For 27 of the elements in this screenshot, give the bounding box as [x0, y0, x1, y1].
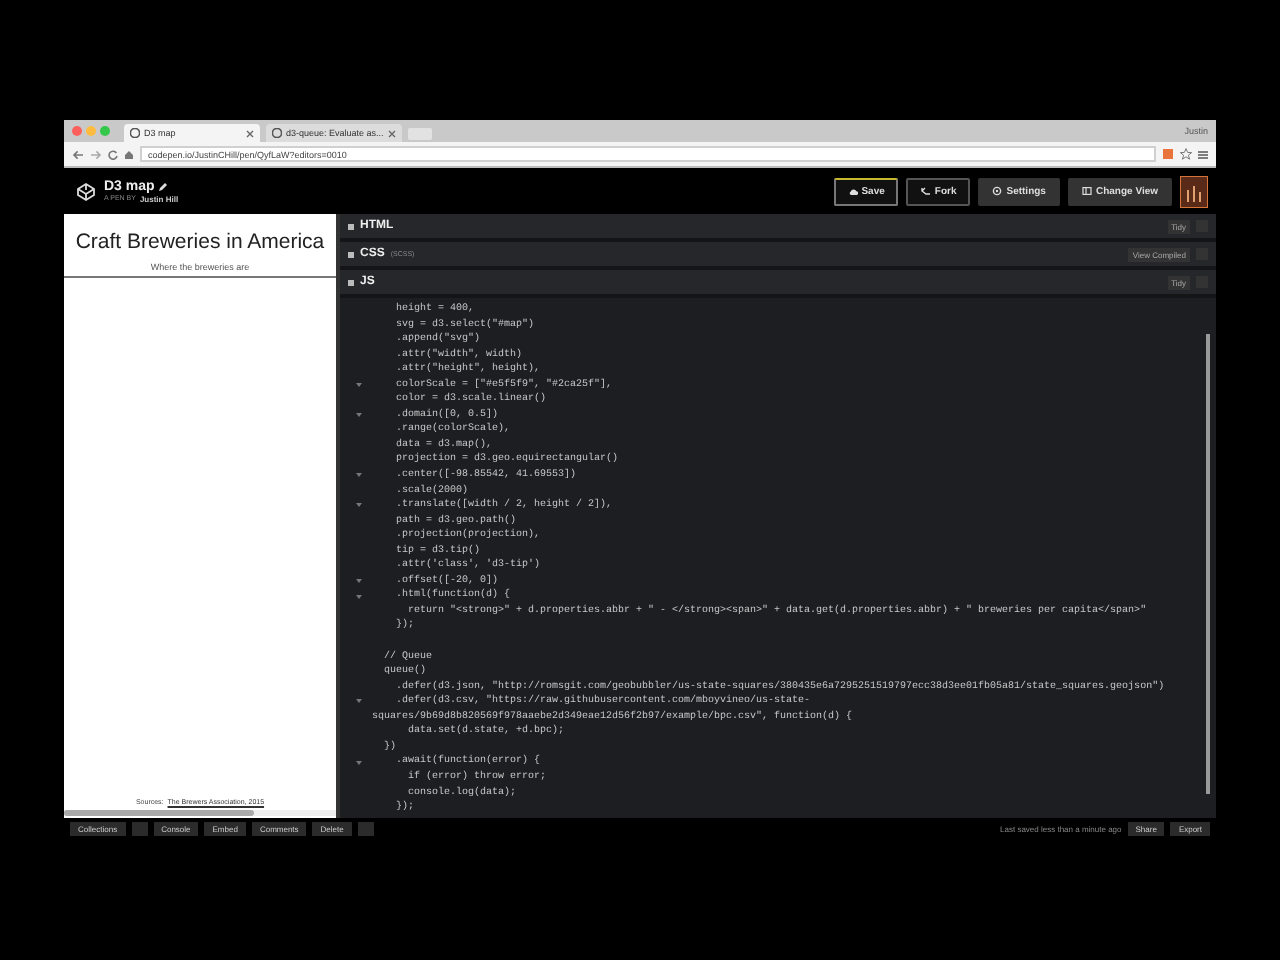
extension-icon	[1162, 148, 1174, 160]
close-icon	[246, 129, 254, 137]
cloud-icon	[847, 186, 858, 196]
star-icon	[1180, 148, 1192, 160]
home-icon	[124, 149, 134, 159]
preview-title: Craft Breweries in America	[75, 230, 325, 254]
scrollbar-thumb[interactable]	[64, 810, 255, 816]
new-tab-button[interactable]	[408, 128, 432, 140]
window-dot-icon	[100, 126, 110, 136]
close-icon	[388, 129, 396, 137]
page-icon	[272, 128, 282, 138]
square-icon	[348, 279, 354, 285]
square-icon	[348, 223, 354, 229]
back-icon	[72, 149, 84, 159]
scrollbar-thumb[interactable]	[1206, 334, 1210, 794]
reload-icon	[108, 149, 118, 159]
window-dot-icon	[72, 126, 82, 136]
settings-icon	[992, 186, 1003, 196]
cube-logo-icon	[76, 181, 96, 201]
layout-icon	[1081, 186, 1092, 196]
avatar-icon	[1180, 175, 1208, 207]
forward-icon	[90, 149, 102, 159]
square-icon	[348, 251, 354, 257]
window-dot-icon	[86, 126, 96, 136]
pencil-icon	[158, 181, 169, 191]
page-icon	[130, 128, 140, 138]
menu-icon	[1198, 149, 1208, 159]
